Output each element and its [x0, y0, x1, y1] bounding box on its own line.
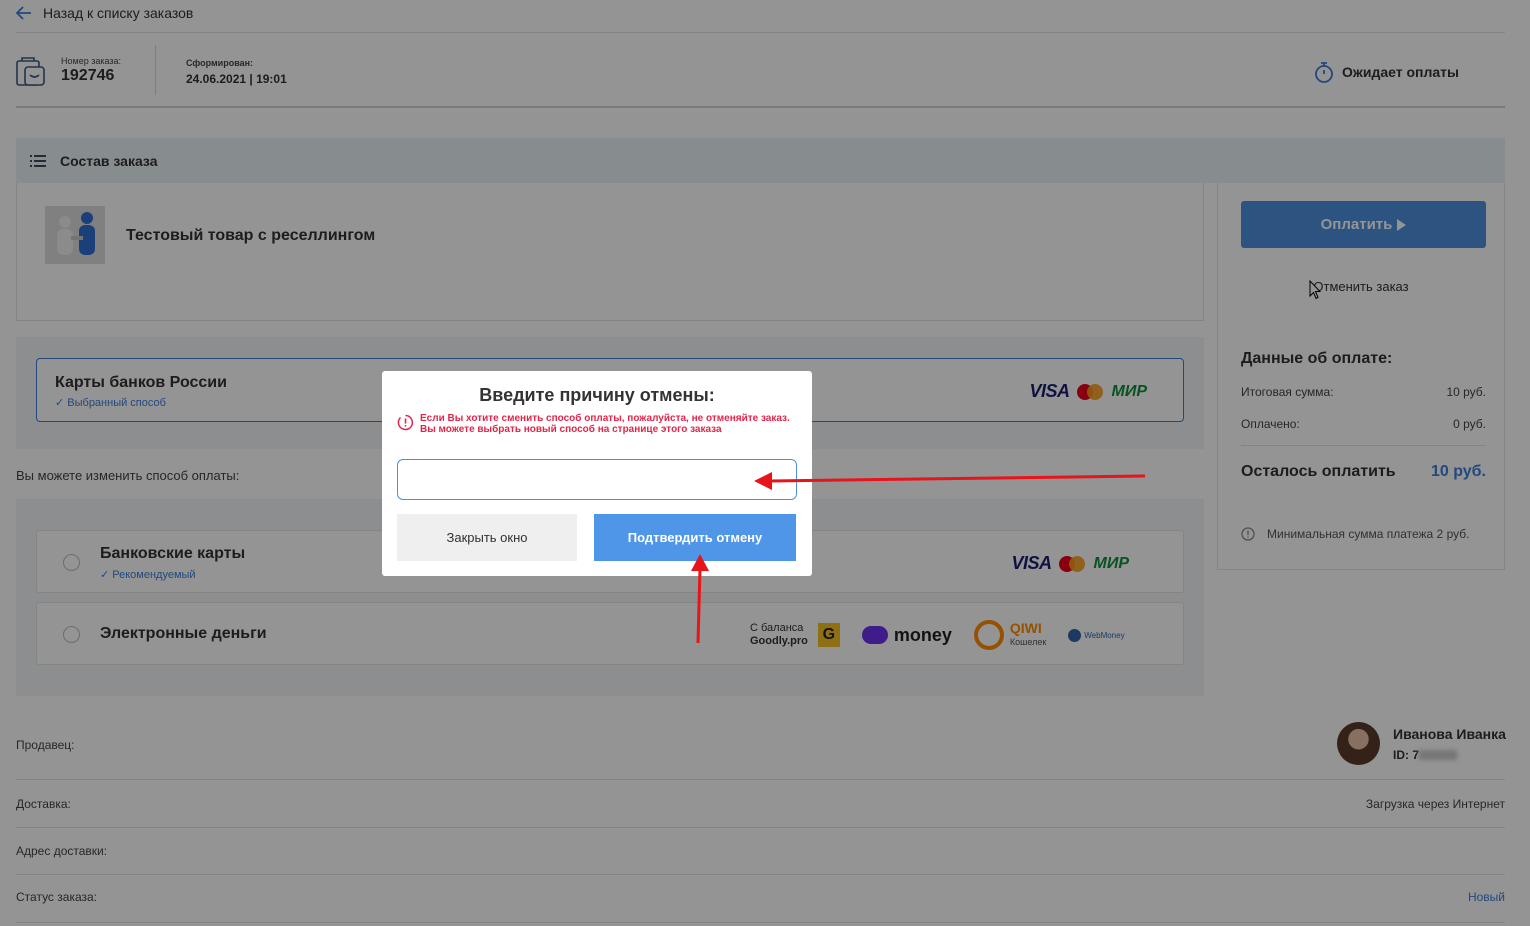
confirm-cancel-button[interactable]: Подтвердить отмену: [594, 514, 796, 561]
dialog-title: Введите причину отмены:: [479, 385, 715, 405]
close-dialog-button[interactable]: Закрыть окно: [397, 514, 577, 561]
order-page: Назад к списку заказов Номер заказа: 192…: [0, 0, 1530, 926]
warning-icon: [397, 414, 414, 431]
dialog-warning: Если Вы хотите сменить способ оплаты, по…: [397, 413, 797, 435]
cancel-order-dialog: Введите причину отмены: Если Вы хотите с…: [382, 371, 812, 576]
cancel-reason-input[interactable]: [397, 459, 797, 500]
dialog-warning-text: Если Вы хотите сменить способ оплаты, по…: [420, 413, 790, 435]
